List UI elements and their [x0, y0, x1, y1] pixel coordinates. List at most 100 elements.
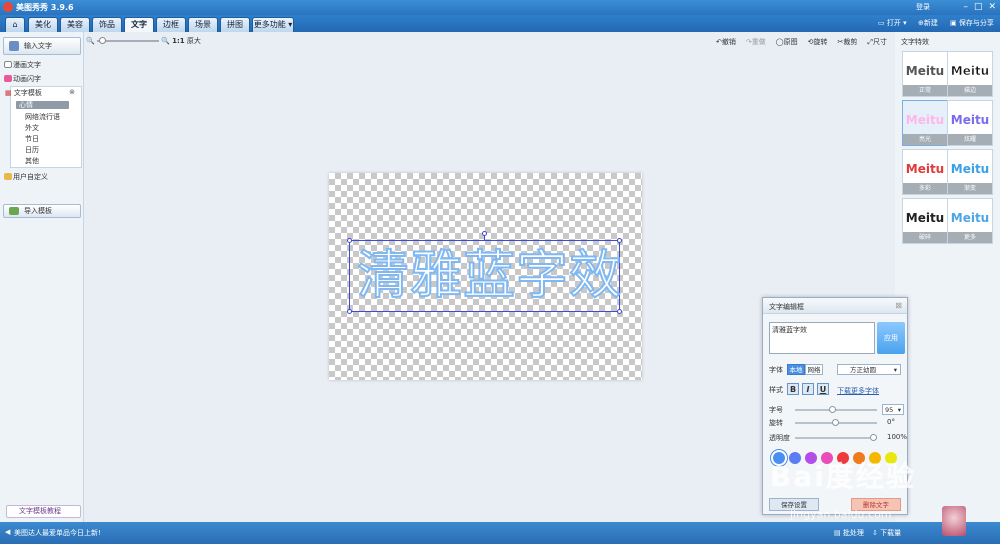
tree-item-calendar[interactable]: 日历 — [25, 145, 39, 155]
effect-preview-text: Meitu — [905, 113, 945, 127]
effect-preview-text: Meitu — [950, 113, 990, 127]
chevron-down-icon: ▾ — [903, 19, 907, 27]
home-icon: ⌂ — [12, 20, 18, 29]
resize-handle-tl[interactable] — [347, 238, 352, 243]
import-template-button[interactable]: 导入模板 — [3, 204, 81, 218]
download-fonts-link[interactable]: 下载更多字体 — [837, 386, 879, 396]
original-image-button[interactable]: ◯原图 — [776, 37, 798, 47]
close-icon[interactable]: ✕ — [988, 2, 996, 12]
tree-item-festival[interactable]: 节日 — [25, 134, 39, 144]
canvas-text[interactable]: 清雅蓝字效 — [356, 246, 622, 306]
comic-text-item[interactable]: 漫画文字 — [4, 60, 41, 70]
rotate-slider-knob[interactable] — [832, 419, 839, 426]
italic-button[interactable]: I — [802, 383, 814, 395]
tab-frame[interactable]: 边框 — [156, 17, 186, 32]
download-button[interactable]: ⇩ 下载量 — [872, 528, 901, 538]
chevron-down-icon: ▾ — [893, 366, 897, 374]
tab-scene[interactable]: 场景 — [188, 17, 218, 32]
apply-button[interactable]: 应用 — [877, 322, 905, 354]
effect-4[interactable]: Meitu 多彩 — [902, 149, 948, 195]
effect-3[interactable]: Meitu 炫耀 — [947, 100, 993, 146]
effect-5[interactable]: Meitu 渐变 — [947, 149, 993, 195]
effect-preview-text: Meitu — [950, 211, 990, 225]
zoom-in-icon[interactable]: 🔍 — [161, 37, 170, 45]
tree-item-foreign[interactable]: 外文 — [25, 123, 39, 133]
redo-label: 重做 — [751, 38, 766, 46]
input-text-button[interactable]: 输入文字 — [3, 37, 81, 55]
user-defined-item[interactable]: 用户自定义 — [4, 172, 48, 182]
rotate-handle[interactable] — [482, 231, 487, 236]
tab-text[interactable]: 文字 — [124, 17, 154, 32]
crop-button[interactable]: ✂裁剪 — [837, 37, 857, 47]
template-header[interactable]: ▦ 文字模板 — [5, 88, 42, 98]
download-label: 下载量 — [880, 529, 902, 537]
tab-collage[interactable]: 拼图 — [220, 17, 250, 32]
tab-beauty[interactable]: 美容 — [60, 17, 90, 32]
template-icon: ▦ — [5, 89, 12, 97]
open-button[interactable]: ▭ 打开 ▾ — [878, 18, 907, 28]
font-select[interactable]: 方正幼圆 ▾ — [837, 364, 901, 375]
effect-caption: 炫耀 — [948, 134, 992, 145]
effect-caption: 正常 — [903, 85, 947, 96]
rotate-slider[interactable] — [795, 419, 877, 426]
effect-0[interactable]: Meitu 正常 — [902, 51, 948, 97]
size-label: 字号 — [769, 406, 783, 414]
effect-6[interactable]: Meitu 破碎 — [902, 198, 948, 244]
font-local-tab[interactable]: 本地 — [787, 364, 805, 375]
tree-item-other[interactable]: 其他 — [25, 156, 39, 166]
tab-ornament[interactable]: 饰品 — [92, 17, 122, 32]
resize-handle-tr[interactable] — [617, 238, 622, 243]
template-tutorial-button[interactable]: 文字模板教程 — [6, 505, 81, 518]
minimize-icon[interactable]: – — [963, 2, 968, 12]
size-slider[interactable] — [795, 406, 877, 413]
batch-label: 批处理 — [842, 529, 864, 537]
app-logo-icon — [3, 2, 13, 12]
text-content-input[interactable]: 清雅蓝字效 — [769, 322, 875, 354]
edit-tools: ↶撤销 ↷重做 ◯原图 ⟲旋转 ✂裁剪 ⤢尺寸 — [716, 37, 887, 47]
rotate-label: 旋转 — [769, 419, 783, 427]
import-icon — [9, 207, 19, 215]
avatar[interactable] — [942, 506, 966, 536]
style-label: 样式 — [769, 386, 783, 394]
close-icon[interactable]: ⊗ — [69, 88, 75, 96]
close-icon[interactable]: ⊠ — [895, 301, 902, 310]
zoom-out-icon[interactable]: 🔍 — [86, 37, 95, 45]
effect-7[interactable]: Meitu 更多 — [947, 198, 993, 244]
underline-button[interactable]: U — [817, 383, 829, 395]
zoom-slider-knob[interactable] — [98, 37, 106, 44]
resize-handle-br[interactable] — [617, 309, 622, 314]
effect-1[interactable]: Meitu 描边 — [947, 51, 993, 97]
home-tab[interactable]: ⌂ — [5, 17, 25, 32]
redo-button[interactable]: ↷重做 — [746, 37, 766, 47]
size-slider-knob[interactable] — [829, 406, 836, 413]
tab-more[interactable]: 更多功能 ▾ — [252, 17, 294, 32]
save-share-button[interactable]: ▣ 保存与分享 — [950, 18, 994, 28]
status-message[interactable]: 美图达人最爱单品今日上新! — [14, 528, 101, 538]
opacity-slider-knob[interactable] — [870, 434, 877, 441]
undo-button[interactable]: ↶撤销 — [716, 37, 736, 47]
new-button[interactable]: ⊕新建 — [918, 18, 938, 28]
zoom-ratio[interactable]: 1:1 — [172, 37, 185, 45]
size-select[interactable]: 95 ▾ — [882, 404, 904, 415]
tree-item-mood[interactable]: 心情 — [16, 101, 69, 109]
heart-icon — [4, 75, 12, 82]
font-web-tab[interactable]: 网络 — [805, 364, 823, 375]
size-button[interactable]: ⤢尺寸 — [867, 37, 887, 47]
effect-caption: 更多 — [948, 232, 992, 243]
batch-button[interactable]: ▤ 批处理 — [834, 528, 864, 538]
rotate-button[interactable]: ⟲旋转 — [808, 37, 828, 47]
zoom-slider[interactable] — [96, 37, 159, 44]
bold-button[interactable]: B — [787, 383, 799, 395]
save-icon: ▣ — [950, 19, 957, 27]
anim-text-item[interactable]: 动画闪字 — [4, 74, 41, 84]
tree-item-netslang[interactable]: 网络流行语 — [25, 112, 60, 122]
opacity-slider[interactable] — [795, 434, 877, 441]
tutorial-label: 文字模板教程 — [19, 507, 61, 515]
account-link[interactable]: 登录 — [916, 2, 930, 12]
effect-2[interactable]: Meitu 亮光 — [902, 100, 948, 146]
tab-beautify[interactable]: 美化 — [28, 17, 58, 32]
original-size-button[interactable]: 原大 — [187, 37, 201, 45]
maximize-icon[interactable]: □ — [974, 2, 983, 12]
user-defined-label: 用户自定义 — [13, 173, 48, 181]
resize-handle-bl[interactable] — [347, 309, 352, 314]
